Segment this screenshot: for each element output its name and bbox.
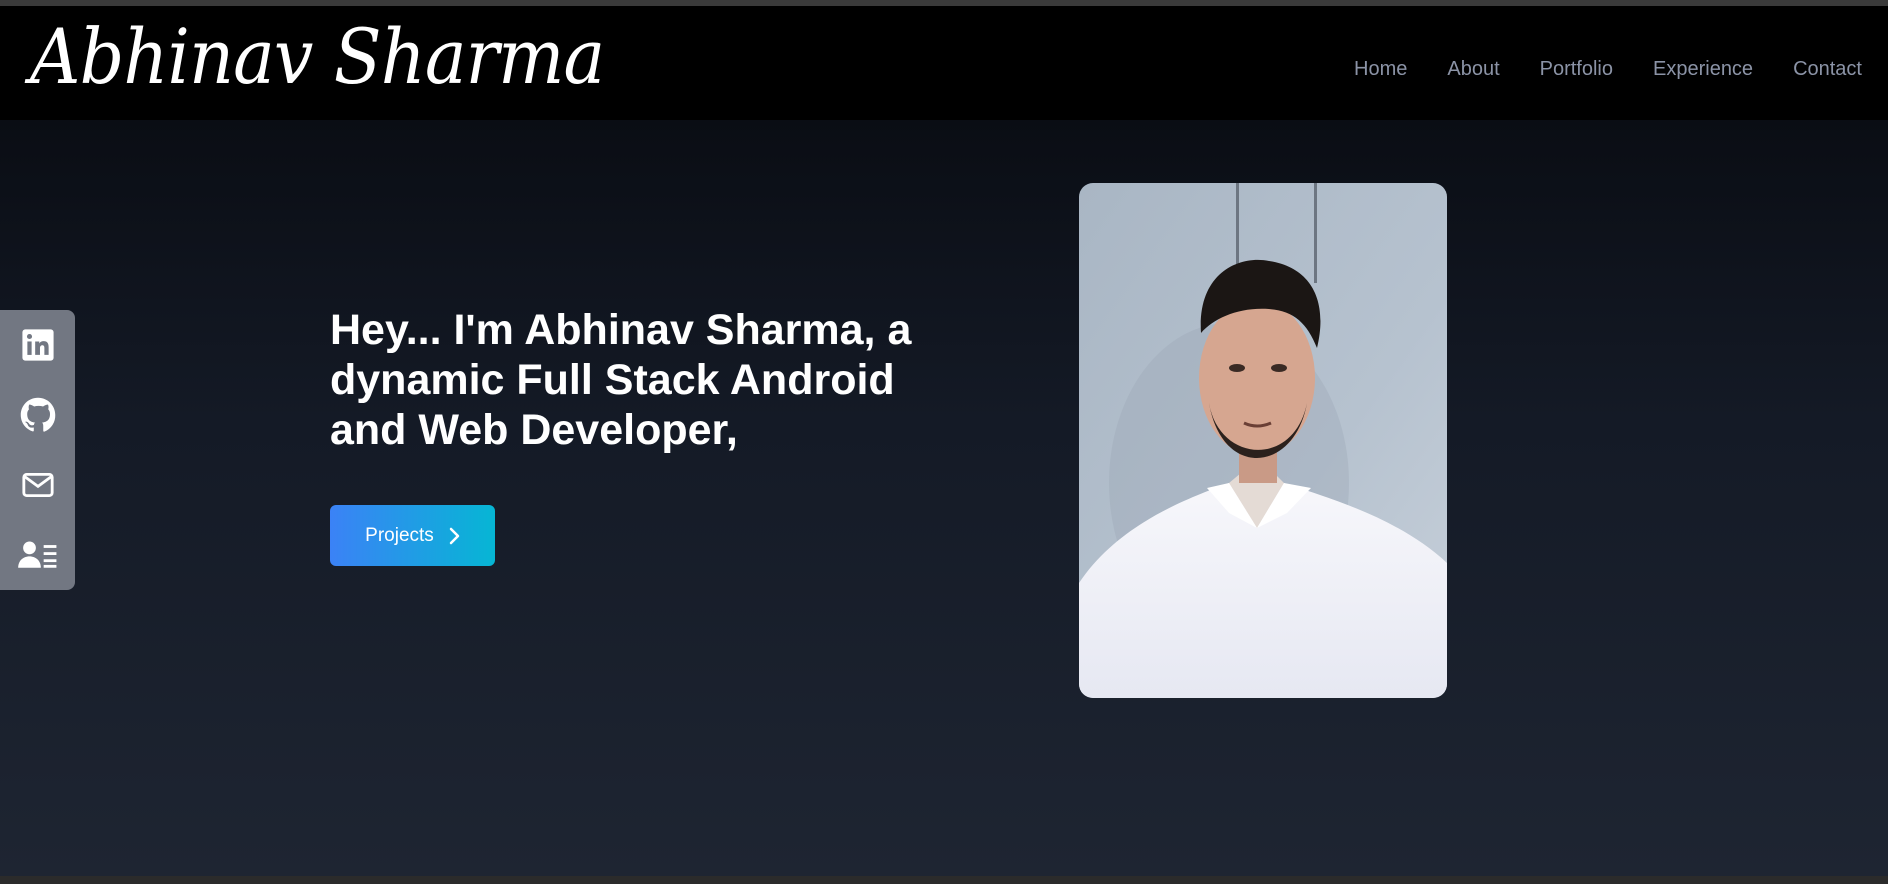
social-sidebar: [0, 310, 75, 590]
window-bottom-strip: [0, 876, 1888, 884]
nav-links: Home About Portfolio Experience Contact: [1354, 12, 1862, 126]
github-icon: [20, 397, 55, 432]
chevron-right-icon: [449, 527, 460, 544]
logo[interactable]: Abhinav Sharma: [30, 12, 605, 101]
linkedin-icon: [21, 329, 54, 361]
projects-button[interactable]: Projects: [330, 505, 495, 566]
nav-contact-link[interactable]: Contact: [1793, 58, 1862, 81]
nav-portfolio-link[interactable]: Portfolio: [1540, 58, 1613, 81]
profile-photo: [1079, 183, 1447, 698]
hero-headline: Hey... I'm Abhinav Sharma, a dynamic Ful…: [330, 306, 912, 454]
resume-icon: [17, 541, 56, 568]
hero-section: [0, 120, 1888, 876]
nav-home-link[interactable]: Home: [1354, 58, 1407, 81]
email-link[interactable]: [18, 465, 58, 505]
resume-link[interactable]: [17, 535, 58, 575]
profile-portrait: [1079, 183, 1447, 698]
github-link[interactable]: [18, 395, 58, 435]
nav-experience-link[interactable]: Experience: [1653, 58, 1753, 81]
nav-about-link[interactable]: About: [1447, 58, 1499, 81]
projects-button-label: Projects: [365, 524, 434, 546]
mail-icon: [21, 472, 54, 498]
navbar: Abhinav Sharma Home About Portfolio Expe…: [0, 6, 1888, 120]
linkedin-link[interactable]: [18, 325, 58, 365]
